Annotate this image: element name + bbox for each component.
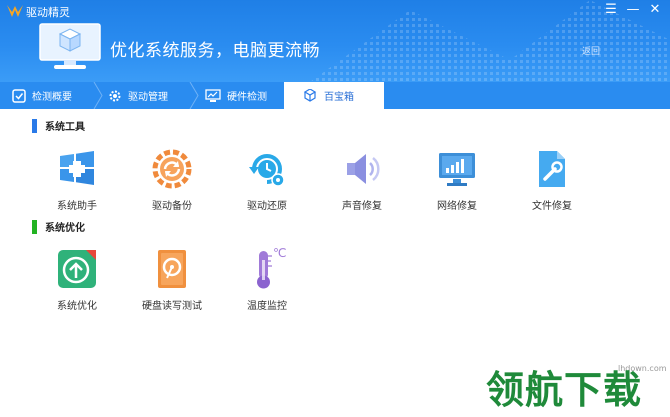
- tab-label: 驱动管理: [128, 92, 168, 103]
- restore-clock-icon: [249, 154, 285, 187]
- tab-toolbox[interactable]: 百宝箱: [284, 82, 384, 109]
- tab-label: 硬件检测: [227, 92, 267, 103]
- tab-hardware-detection[interactable]: 硬件检测: [205, 82, 289, 109]
- close-icon[interactable]: ✕: [648, 2, 662, 18]
- hero-slogan: 优化系统服务，电脑更流畅: [110, 41, 320, 61]
- tool-temperature-monitor[interactable]: ℃ 温度监控: [230, 246, 304, 312]
- tool-network-repair[interactable]: 网络修复: [420, 148, 494, 212]
- backup-gear-icon: [152, 149, 192, 189]
- tab-driver-management[interactable]: 驱动管理: [108, 82, 192, 109]
- window-controls: ☰ — ✕: [604, 2, 662, 18]
- tool-label: 声音修复: [342, 201, 382, 212]
- tool-label: 驱动还原: [247, 201, 287, 212]
- watermark-brand: 领航下载: [486, 368, 643, 412]
- tab-label: 检测概要: [32, 92, 72, 103]
- tool-driver-backup[interactable]: 驱动备份: [135, 148, 209, 212]
- speaker-icon: [347, 154, 380, 184]
- tool-label: 系统助手: [57, 201, 97, 212]
- tool-label: 文件修复: [532, 201, 572, 212]
- tab-bar: 检测概要 驱动管理 硬件检测 百宝箱: [0, 82, 670, 109]
- section-accent-bar: [32, 219, 37, 234]
- tool-label: 系统优化: [57, 301, 97, 312]
- section-title: 系统工具: [45, 122, 85, 133]
- section-accent-bar: [32, 118, 37, 133]
- hero-computer-illustration: [39, 23, 101, 69]
- menu-icon[interactable]: ☰: [604, 2, 618, 18]
- header-banner: 驱动精灵 ☰ — ✕ 优化系统服务，电脑更流畅 返回: [0, 0, 670, 82]
- tab-divider: [93, 82, 103, 109]
- gear-icon: [109, 90, 121, 101]
- tool-label: 硬盘读写测试: [142, 301, 202, 312]
- app-logo-icon: [7, 5, 23, 17]
- tool-label: 网络修复: [437, 201, 477, 212]
- file-wrench-icon: [539, 151, 565, 187]
- tab-check-summary[interactable]: 检测概要: [12, 82, 96, 109]
- network-monitor-icon: [439, 153, 475, 186]
- windows-plus-icon: [60, 151, 94, 185]
- tool-driver-restore[interactable]: 驱动还原: [230, 148, 304, 212]
- tab-divider: [189, 82, 199, 109]
- section-title: 系统优化: [45, 223, 85, 234]
- tool-system-optimize[interactable]: N 系统优化: [40, 248, 114, 312]
- celsius-unit: ℃: [273, 246, 287, 260]
- check-summary-icon: [12, 88, 26, 103]
- minimize-icon[interactable]: —: [626, 2, 640, 18]
- section-header-system-tools: 系统工具: [32, 118, 85, 133]
- tab-label: 百宝箱: [324, 92, 354, 103]
- toolbox-icon: [303, 88, 317, 102]
- back-link[interactable]: 返回: [582, 44, 600, 57]
- monitor-chart-icon: [205, 88, 221, 102]
- harddisk-icon: [158, 250, 186, 288]
- tool-sound-repair[interactable]: 声音修复: [325, 148, 399, 212]
- tool-file-repair[interactable]: 文件修复: [515, 148, 589, 212]
- tool-label: 温度监控: [247, 301, 287, 312]
- tool-harddisk-test[interactable]: 硬盘读写测试: [135, 248, 209, 312]
- tool-system-assistant[interactable]: 系统助手: [40, 148, 114, 212]
- rocket-optimize-icon: [58, 250, 96, 288]
- app-title: 驱动精灵: [26, 6, 70, 19]
- new-badge: N: [96, 249, 103, 258]
- tool-label: 驱动备份: [152, 201, 192, 212]
- title-bar: 驱动精灵 ☰ — ✕: [0, 0, 670, 22]
- section-header-system-optimize: 系统优化: [32, 219, 85, 234]
